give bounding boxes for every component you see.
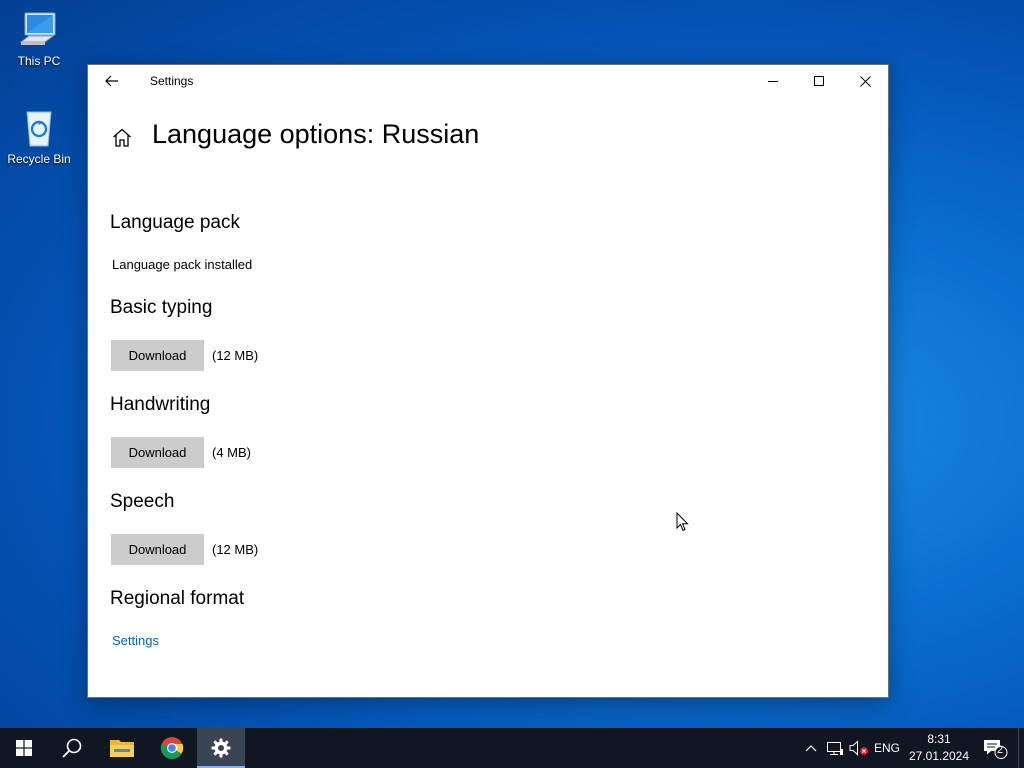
settings-window: Settings Language options: Russian Langu… [88,65,888,697]
home-icon[interactable] [110,126,134,150]
this-pc-icon [19,10,59,50]
speech-heading: Speech [110,491,175,512]
handwriting-heading: Handwriting [110,394,211,415]
title-bar[interactable]: Settings [88,65,888,97]
settings-gear-icon [211,738,231,758]
start-icon [16,740,32,756]
maximize-icon [814,76,824,86]
taskbar: ENG 8:31 27.01.2024 2 [0,728,1024,768]
settings-taskbar-button[interactable] [197,728,245,768]
network-icon [827,742,843,755]
search-button[interactable] [48,728,96,768]
recycle-bin-label: Recycle Bin [7,152,71,166]
volume-button[interactable] [848,728,870,768]
start-button[interactable] [0,728,48,768]
language-pack-status: Language pack installed [112,257,253,272]
maximize-button[interactable] [796,65,842,97]
close-button[interactable] [842,65,888,97]
show-desktop-button[interactable] [1018,728,1024,768]
clock[interactable]: 8:31 27.01.2024 [906,728,972,768]
basic-typing-download-button[interactable]: Download [111,340,204,371]
show-hidden-icons-button[interactable] [802,728,820,768]
regional-format-settings-link[interactable]: Settings [112,633,159,648]
page-title: Language options: Russian [152,119,480,149]
search-icon [62,738,82,758]
speech-download-button[interactable]: Download [111,534,204,565]
file-explorer-icon [110,740,134,757]
handwriting-size: (4 MB) [212,445,251,460]
notification-count-badge: 2 [996,744,1004,756]
regional-format-heading: Regional format [110,588,245,609]
language-pack-heading: Language pack [110,212,240,233]
recycle-bin-icon [19,108,59,148]
clipped-next-heading [110,690,200,697]
input-language-indicator[interactable]: ENG [872,728,902,768]
desktop-icon-this-pc[interactable]: This PC [1,10,77,68]
minimize-icon [768,81,778,82]
action-center-button[interactable]: 2 [978,728,1012,768]
mouse-cursor-icon [676,511,690,532]
back-arrow-icon [105,75,118,87]
back-button[interactable] [100,71,124,91]
clock-date: 27.01.2024 [908,749,970,763]
volume-muted-icon [849,740,868,756]
basic-typing-heading: Basic typing [110,297,213,318]
handwriting-download-button[interactable]: Download [111,437,204,468]
speech-size: (12 MB) [212,542,259,557]
minimize-button[interactable] [750,65,796,97]
chevron-up-icon [805,745,817,752]
clock-time: 8:31 [927,732,951,746]
basic-typing-size: (12 MB) [212,348,259,363]
file-explorer-button[interactable] [98,728,146,768]
network-button[interactable] [824,728,846,768]
this-pc-label: This PC [17,54,61,68]
close-icon [859,75,871,87]
chrome-icon [160,737,184,759]
chrome-button[interactable] [148,728,196,768]
window-title: Settings [150,74,194,88]
desktop-icon-recycle-bin[interactable]: Recycle Bin [1,108,77,166]
